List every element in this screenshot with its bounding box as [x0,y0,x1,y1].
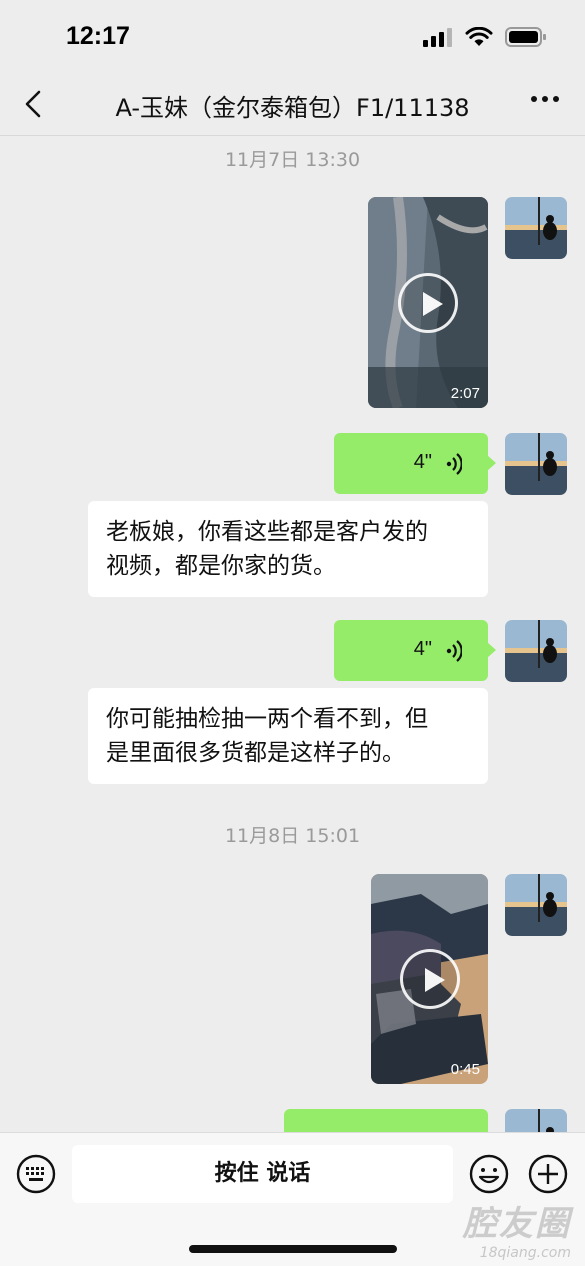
voice-message[interactable]: 4" [334,620,496,681]
watermark: 腔友圈 18qiang.com [463,1196,571,1261]
voice-duration: 4" [413,638,432,660]
message-line: 老板娘，你看这些都是客户发的 [106,519,428,545]
avatar[interactable] [505,433,567,495]
back-arrow-icon[interactable] [18,88,50,120]
keyboard-icon[interactable] [16,1154,56,1194]
text-message[interactable]: 老板娘，你看这些都是客户发的 视频，都是你家的货。 [88,501,488,597]
message-line: 视频，都是你家的货。 [106,553,336,579]
status-bar: 12:17 [0,0,585,74]
video-duration: 0:45 [450,1061,480,1078]
avatar[interactable] [505,874,567,936]
emoji-icon[interactable] [469,1154,509,1194]
message-line: ... [302,1123,470,1132]
plus-icon[interactable] [528,1154,568,1194]
hold-to-talk-button[interactable]: 按住 说话 [72,1145,453,1203]
signal-icon [423,28,452,47]
message-line: 你可能抽检抽一两个看不到，但 [106,706,428,732]
status-icons [423,27,547,47]
avatar[interactable] [505,620,567,682]
message-list[interactable]: 11月7日 13:30 2:07 4" 老板娘，你看这些都是客户发的 视频，都是… [0,137,585,1132]
text-message[interactable]: ... [284,1109,488,1132]
message-line: 是里面很多货都是这样子的。 [106,740,405,766]
text-message[interactable]: 你可能抽检抽一两个看不到，但 是里面很多货都是这样子的。 [88,688,488,784]
watermark-brand: 腔友圈 [463,1204,571,1244]
chat-title: A-玉妹（金尔泰箱包）F1/11138 [115,94,470,122]
battery-icon [505,27,546,47]
voice-message[interactable]: 4" [334,433,496,494]
voice-duration: 4" [413,451,432,473]
more-options-icon[interactable] [531,96,559,102]
video-message[interactable]: 2:07 [368,197,488,408]
chat-header: A-玉妹（金尔泰箱包）F1/11138 [0,74,585,136]
avatar[interactable] [505,1109,567,1132]
play-icon[interactable] [399,949,460,1009]
voice-wave-icon [446,453,462,475]
timestamp: 11月7日 13:30 [224,149,361,171]
home-indicator[interactable] [189,1245,397,1253]
play-icon[interactable] [398,272,458,333]
avatar[interactable] [505,197,567,259]
timestamp: 11月8日 15:01 [224,825,361,847]
wifi-icon [465,27,493,46]
video-message[interactable]: 0:45 [371,874,488,1084]
watermark-url: 18qiang.com [479,1245,571,1261]
video-duration: 2:07 [450,385,480,402]
status-time: 12:17 [66,22,130,50]
voice-wave-icon [446,640,462,662]
